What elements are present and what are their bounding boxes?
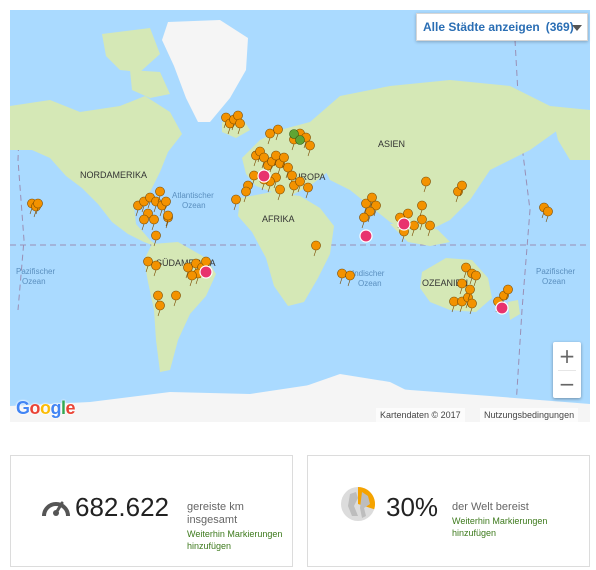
dropdown-label: Alle Städte anzeigen bbox=[423, 20, 540, 34]
zoom-out-button[interactable]: − bbox=[553, 370, 581, 398]
world-map[interactable]: NORDAMERIKA SÜDAMERIKA EUROPA ASIEN AFRI… bbox=[10, 10, 590, 422]
label-pacific-right-1: Pazifischer bbox=[536, 267, 575, 276]
chevron-down-icon bbox=[572, 25, 582, 31]
label-north-america: NORDAMERIKA bbox=[80, 170, 147, 180]
world-add-markers-link-2[interactable]: hinzufügen bbox=[452, 527, 496, 539]
favorite-pin[interactable] bbox=[397, 217, 411, 231]
km-label-2: insgesamt bbox=[187, 514, 238, 526]
world-label: der Welt bereist bbox=[452, 501, 529, 513]
home-pin[interactable] bbox=[295, 135, 305, 145]
label-atlantic-1: Atlantischer bbox=[172, 191, 214, 200]
label-pacific-right-2: Ozean bbox=[542, 277, 566, 286]
favorite-pin[interactable] bbox=[495, 301, 509, 315]
label-indian-1: Indischer bbox=[352, 269, 385, 278]
world-stats-card: 30% der Welt bereist Weiterhin Markierun… bbox=[307, 455, 590, 567]
speedometer-icon bbox=[42, 501, 70, 517]
km-value: 682.622 bbox=[75, 492, 169, 522]
km-add-markers-link-2[interactable]: hinzufügen bbox=[187, 540, 231, 552]
world-pie-icon bbox=[341, 487, 376, 521]
map-data-attribution: Kartendaten © 2017 bbox=[376, 408, 465, 422]
terms-link[interactable]: Nutzungsbedingungen bbox=[480, 408, 579, 422]
favorite-pin[interactable] bbox=[199, 265, 213, 279]
map-canvas[interactable]: NORDAMERIKA SÜDAMERIKA EUROPA ASIEN AFRI… bbox=[10, 10, 590, 422]
label-asia: ASIEN bbox=[378, 139, 405, 149]
label-africa: AFRIKA bbox=[262, 214, 295, 224]
google-logo[interactable]: Google bbox=[16, 398, 76, 419]
dropdown-count: (369) bbox=[545, 20, 574, 34]
show-all-cities-dropdown[interactable]: Alle Städte anzeigen (369) bbox=[416, 13, 588, 41]
km-add-markers-link-1[interactable]: Weiterhin Markierungen bbox=[187, 528, 282, 540]
label-atlantic-2: Ozean bbox=[182, 201, 206, 210]
label-indian-2: Ozean bbox=[358, 279, 382, 288]
zoom-divider bbox=[558, 370, 576, 371]
km-stats-card: 682.622 gereiste km insgesamt Weiterhin … bbox=[10, 455, 293, 567]
km-label-1: gereiste km bbox=[187, 501, 244, 513]
zoom-controls: + − bbox=[553, 342, 581, 398]
label-pacific-2: Ozean bbox=[22, 277, 46, 286]
zoom-in-button[interactable]: + bbox=[553, 342, 581, 370]
favorite-pin[interactable] bbox=[257, 169, 271, 183]
world-percent-value: 30% bbox=[386, 492, 439, 522]
favorite-pin[interactable] bbox=[359, 229, 373, 243]
label-pacific-1: Pazifischer bbox=[16, 267, 55, 276]
world-add-markers-link-1[interactable]: Weiterhin Markierungen bbox=[452, 515, 547, 527]
